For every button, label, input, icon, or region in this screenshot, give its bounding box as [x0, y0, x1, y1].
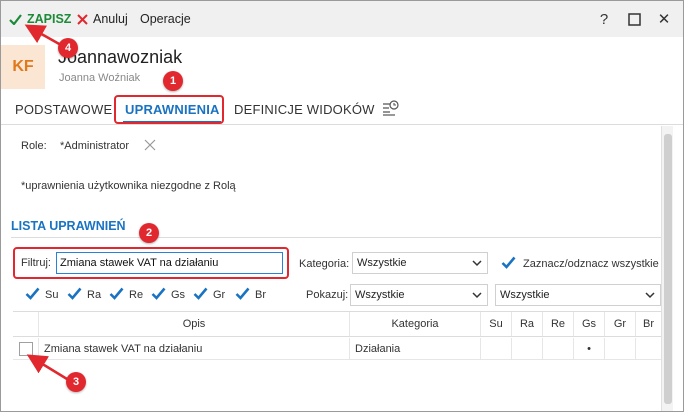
tab-permissions[interactable]: UPRAWNIENIA — [125, 102, 220, 117]
remove-role-icon[interactable] — [143, 138, 157, 152]
row-check-cell — [13, 338, 39, 359]
chevron-down-icon — [472, 292, 482, 299]
tab-view-definitions[interactable]: DEFINICJE WIDOKÓW — [234, 102, 375, 117]
category-select-value: Wszystkie — [357, 257, 407, 269]
save-button[interactable]: ZAPISZ — [9, 10, 71, 28]
annotation-badge-2: 2 — [139, 223, 159, 243]
operations-menu-button[interactable]: Operacje — [140, 10, 191, 28]
cell-br[interactable] — [636, 338, 661, 359]
annotation-badge-3: 3 — [66, 372, 86, 392]
select-all-checkbox[interactable] — [501, 255, 516, 270]
active-tab-indicator — [123, 121, 221, 123]
cancel-label: Anuluj — [93, 12, 128, 26]
table-row[interactable]: Zmiana stawek VAT na działaniu Działania… — [13, 338, 661, 360]
table-header: Opis Kategoria Su Ra Re Gs Gr Br — [13, 311, 661, 337]
section-divider — [11, 237, 661, 238]
permission-checkbox-re[interactable] — [109, 286, 124, 301]
checkmark-icon — [193, 287, 208, 300]
permission-checkbox-label: Re — [129, 289, 144, 301]
column-header-opis[interactable]: Opis — [39, 312, 350, 336]
role-label: Role: — [21, 140, 47, 152]
filter-label: Filtruj: — [21, 257, 51, 269]
avatar: KF — [1, 45, 45, 89]
permission-checkbox-gr[interactable] — [193, 286, 208, 301]
close-button[interactable]: ✕ — [653, 9, 675, 29]
cell-kategoria: Działania — [350, 338, 481, 359]
header-check-column — [13, 312, 39, 336]
maximize-icon — [627, 12, 641, 26]
permissions-table: Opis Kategoria Su Ra Re Gs Gr Br Zmiana … — [13, 311, 661, 361]
help-button[interactable]: ? — [593, 9, 615, 29]
permission-checkbox-label: Gr — [213, 289, 226, 301]
role-value: *Administrator — [60, 140, 130, 152]
permission-checkbox-ra[interactable] — [67, 286, 82, 301]
permission-checkbox-label: Su — [45, 289, 59, 301]
window: ZAPISZ Anuluj Operacje ? ✕ KF Joannawozn… — [0, 0, 684, 412]
annotation-badge-1: 1 — [163, 71, 183, 91]
permission-checkbox-su[interactable] — [25, 286, 40, 301]
annotation-badge-4: 4 — [58, 38, 78, 58]
cell-su[interactable] — [481, 338, 512, 359]
maximize-button[interactable] — [623, 9, 645, 29]
user-full-name: Joanna Woźniak — [59, 72, 141, 84]
column-header-ra[interactable]: Ra — [512, 312, 543, 336]
operations-label: Operacje — [140, 12, 191, 26]
vertical-scrollbar[interactable] — [661, 126, 673, 411]
history-icon[interactable] — [381, 99, 399, 117]
chevron-down-icon — [645, 292, 655, 299]
chevron-down-icon — [472, 260, 482, 267]
checkmark-icon — [501, 256, 516, 269]
tab-basic[interactable]: PODSTAWOWE — [15, 102, 112, 117]
row-checkbox[interactable] — [19, 342, 33, 356]
checkmark-icon — [151, 287, 166, 300]
cell-ra[interactable] — [512, 338, 543, 359]
tab-bar: PODSTAWOWE UPRAWNIENIA DEFINICJE WIDOKÓW — [1, 93, 683, 125]
checkmark-icon — [235, 287, 250, 300]
checkmark-icon — [67, 287, 82, 300]
checkmark-icon — [109, 287, 124, 300]
show-select[interactable]: Wszystkie — [350, 284, 488, 306]
checkmark-icon — [9, 13, 22, 25]
column-header-br[interactable]: Br — [636, 312, 661, 336]
permission-checkbox-label: Br — [255, 289, 266, 301]
filter-input[interactable] — [56, 252, 283, 274]
permissions-note: *uprawnienia użytkownika niezgodne z Rol… — [21, 180, 236, 192]
cancel-x-icon — [77, 13, 88, 25]
column-header-re[interactable]: Re — [543, 312, 574, 336]
cancel-button[interactable]: Anuluj — [77, 10, 128, 28]
column-header-gs[interactable]: Gs — [574, 312, 605, 336]
column-header-gr[interactable]: Gr — [605, 312, 636, 336]
category-select[interactable]: Wszystkie — [352, 252, 488, 274]
cell-gs[interactable]: • — [574, 338, 605, 359]
show-select-secondary[interactable]: Wszystkie — [495, 284, 661, 306]
permission-checkbox-br[interactable] — [235, 286, 250, 301]
scrollbar-thumb[interactable] — [664, 134, 672, 404]
section-title: LISTA UPRAWNIEŃ — [11, 219, 126, 233]
user-header: KF Joannawozniak Joanna Woźniak — [1, 37, 683, 93]
select-all-label: Zaznacz/odznacz wszystkie — [523, 258, 659, 270]
cell-gr[interactable] — [605, 338, 636, 359]
show-select-value: Wszystkie — [355, 289, 405, 301]
cell-opis: Zmiana stawek VAT na działaniu — [39, 338, 350, 359]
checkmark-icon — [25, 287, 40, 300]
permission-checkbox-label: Ra — [87, 289, 102, 301]
show-select-secondary-value: Wszystkie — [500, 289, 550, 301]
column-header-kategoria[interactable]: Kategoria — [350, 312, 481, 336]
show-label: Pokazuj: — [306, 289, 349, 301]
column-header-su[interactable]: Su — [481, 312, 512, 336]
save-label: ZAPISZ — [27, 12, 72, 26]
cell-re[interactable] — [543, 338, 574, 359]
permission-checkbox-label: Gs — [171, 289, 186, 301]
permission-checkbox-gs[interactable] — [151, 286, 166, 301]
category-label: Kategoria: — [299, 258, 350, 270]
toolbar: ZAPISZ Anuluj Operacje ? ✕ — [1, 1, 683, 37]
